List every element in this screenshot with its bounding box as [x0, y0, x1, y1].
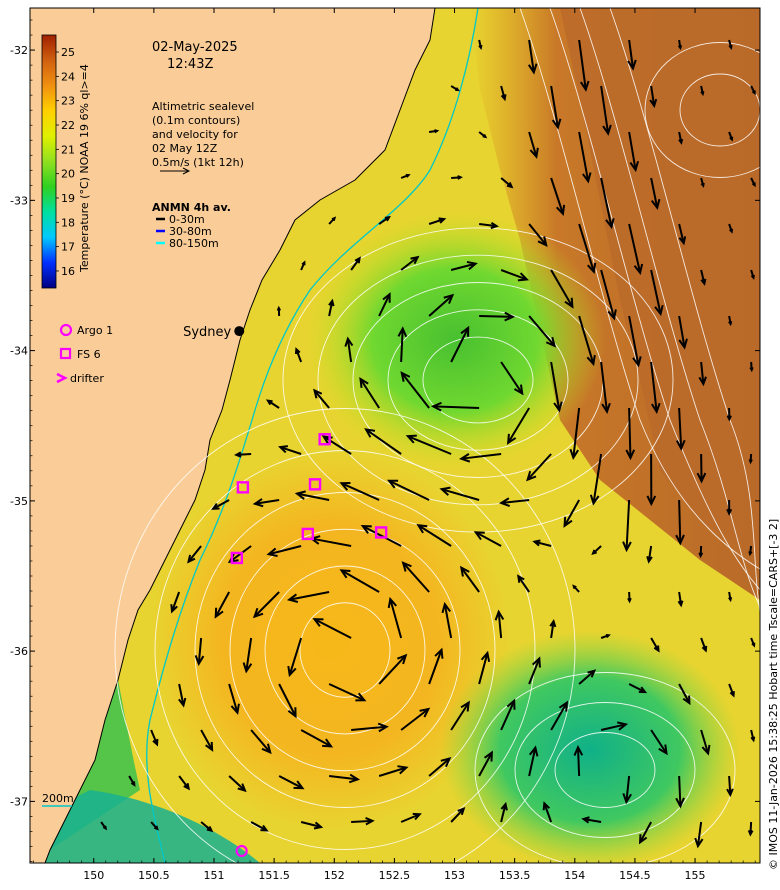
- x-tick-label: 155: [685, 869, 706, 882]
- x-tick-label: 150: [83, 869, 104, 882]
- sydney-label: Sydney: [183, 325, 231, 340]
- x-tick-label: 150.5: [138, 869, 170, 882]
- colorbar-tick-label: 21: [61, 143, 75, 156]
- svg-text:(0.1m contours): (0.1m contours): [152, 114, 240, 127]
- colorbar-tick-label: 17: [61, 241, 75, 254]
- x-tick-label: 153: [444, 869, 465, 882]
- x-tick-label: 152.5: [379, 869, 411, 882]
- svg-text:FS 6: FS 6: [77, 348, 101, 361]
- colorbar-title: Temperature (°C) NOAA 19 6% ql>=4: [78, 64, 91, 273]
- colorbar-tick-label: 18: [61, 216, 75, 229]
- svg-text:02 May 12Z: 02 May 12Z: [152, 142, 218, 155]
- x-tick-label: 154.5: [619, 869, 651, 882]
- x-tick-label: 151: [204, 869, 225, 882]
- colorbar-tick-label: 25: [61, 46, 75, 59]
- svg-text:drifter: drifter: [70, 372, 104, 385]
- y-tick-label: -33: [10, 194, 28, 207]
- svg-text:Argo 1: Argo 1: [77, 324, 113, 337]
- y-tick-label: -32: [10, 44, 28, 57]
- timestamp-date: 02-May-2025: [152, 40, 238, 55]
- colorbar-tick-label: 19: [61, 192, 75, 205]
- x-tick-label: 154: [564, 869, 585, 882]
- colorbar-tick-label: 24: [61, 70, 75, 83]
- colorbar-tick-label: 23: [61, 95, 75, 108]
- y-tick-label: -35: [10, 495, 28, 508]
- colorbar-scale: [41, 34, 57, 289]
- cold-water-patch: [440, 630, 740, 863]
- svg-text:and velocity for: and velocity for: [152, 128, 238, 141]
- timestamp-time: 12:43Z: [167, 57, 213, 72]
- x-tick-label: 153.5: [499, 869, 531, 882]
- sst-map-figure: 150 150.5 151 151.5 152 152.5 153 153.5 154 154.5…: [10, 7, 780, 882]
- anmn-legend-label: 80-150m: [169, 237, 219, 250]
- x-tick-label: 152: [324, 869, 345, 882]
- credit-text: © IMOS 11-Jan-2026 15:38:25 Hobart time …: [767, 519, 780, 870]
- y-tick-label: -37: [10, 795, 28, 808]
- colorbar-tick-label: 20: [61, 168, 75, 181]
- x-tick-label: 151.5: [258, 869, 290, 882]
- colorbar-tick-label: 22: [61, 119, 75, 132]
- svg-text:0.5m/s (1kt 12h): 0.5m/s (1kt 12h): [152, 156, 244, 169]
- sydney-marker: [234, 326, 245, 337]
- y-tick-label: -34: [10, 345, 28, 358]
- map-plot-area: [30, 8, 760, 863]
- y-tick-label: -36: [10, 645, 28, 658]
- colorbar-tick-label: 16: [61, 265, 75, 278]
- depth-contour-label: 200m: [42, 792, 74, 805]
- svg-text:Altimetric sealevel: Altimetric sealevel: [152, 100, 254, 113]
